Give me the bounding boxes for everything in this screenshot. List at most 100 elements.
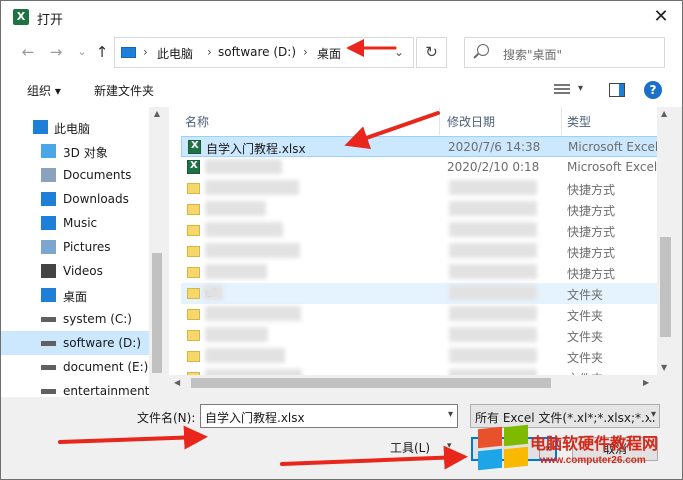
file-row[interactable]: 快捷方式 — [181, 178, 659, 199]
close-button[interactable]: ✕ — [650, 6, 672, 28]
organize-menu[interactable]: 组织 ▾ — [27, 82, 61, 99]
file-type: 文件夹 — [567, 288, 604, 302]
column-date[interactable]: 修改日期 — [447, 113, 495, 130]
tools-menu[interactable]: 工具(L) — [390, 439, 430, 456]
command-toolbar: 组织 ▾ 新建文件夹 ▾ ? — [1, 73, 682, 107]
sidebar-item-label: 3D 对象 — [63, 146, 108, 160]
sidebar-item[interactable]: Videos — [1, 259, 149, 283]
scroll-down-icon[interactable]: ▼ — [661, 363, 667, 372]
file-list-horizontal-scrollbar[interactable]: ◀ ▶ — [169, 375, 657, 391]
redacted-name — [205, 327, 268, 342]
sidebar-item[interactable]: system (C:) — [1, 307, 149, 331]
chevron-right-icon: › — [303, 45, 308, 59]
sidebar-item[interactable]: entertainment — [1, 379, 149, 397]
sidebar-item-label: Videos — [63, 264, 103, 278]
sidebar-item[interactable]: Music — [1, 211, 149, 235]
folder-icon — [187, 309, 200, 320]
file-type: 文件夹 — [567, 351, 604, 365]
sidebar-item[interactable]: software (D:) — [1, 331, 149, 355]
file-type-select[interactable]: 所有 Excel 文件(*.xl*;*.xlsx;*.xl ▾ — [470, 404, 660, 428]
address-bar[interactable]: › 此电脑 › software (D:) › 桌面 ⌄ — [114, 37, 414, 68]
view-list-icon[interactable] — [554, 84, 570, 96]
file-date: 2020/7/6 14:38 — [448, 140, 541, 154]
up-button[interactable]: ↑ — [93, 43, 111, 61]
nav-scrollbar[interactable]: ▲ — [149, 107, 165, 397]
scroll-left-icon[interactable]: ◀ — [174, 378, 180, 387]
shortcut-icon — [187, 225, 200, 236]
chevron-down-icon[interactable]: ▾ — [447, 441, 452, 451]
sidebar-item[interactable]: Downloads — [1, 187, 149, 211]
shortcut-icon — [187, 204, 200, 215]
sidebar-item[interactable]: 此电脑 — [1, 115, 149, 139]
file-type: 文件夹 — [567, 309, 604, 323]
file-type: 快捷方式 — [567, 225, 616, 239]
redacted-date — [449, 264, 537, 279]
file-row[interactable]: 快捷方式 — [181, 220, 659, 241]
search-icon — [477, 44, 489, 56]
computer-icon — [121, 47, 136, 58]
file-row[interactable]: el文件夹 — [181, 283, 659, 304]
redacted-date — [449, 243, 537, 258]
sidebar-item[interactable]: 桌面 — [1, 283, 149, 307]
chevron-down-icon[interactable]: ▾ — [448, 409, 453, 420]
excel-file-icon — [188, 140, 201, 154]
sidebar-item[interactable]: Documents — [1, 163, 149, 187]
folder-icon — [187, 351, 200, 362]
chevron-down-icon[interactable]: ▾ — [648, 409, 656, 420]
scroll-right-icon[interactable]: ▶ — [643, 378, 649, 387]
file-row[interactable]: 2020/2/10 0:18 Microsoft Excel — [181, 157, 659, 178]
file-row[interactable]: 文件夹 — [181, 346, 659, 367]
breadcrumb-software-drive[interactable]: software (D:) — [218, 45, 296, 59]
scroll-up-icon[interactable]: ▲ — [151, 109, 163, 118]
file-list: 名称 修改日期 类型 自学入门教程.xlsx 2020/7/6 14:38 Micr… — [169, 107, 661, 375]
sidebar-item-label: 桌面 — [63, 290, 88, 304]
column-name[interactable]: 名称 — [185, 113, 209, 130]
preview-pane-icon[interactable] — [609, 83, 625, 97]
forward-button[interactable]: → — [47, 43, 65, 61]
file-row[interactable]: 自学入门教程.xlsx 2020/7/6 14:38 Microsoft Excel — [181, 136, 659, 157]
view-dropdown[interactable]: ▾ — [578, 83, 583, 94]
redacted-name — [205, 264, 267, 279]
back-button[interactable]: ← — [19, 43, 37, 61]
new-folder-button[interactable]: 新建文件夹 — [94, 82, 154, 99]
drive-icon — [41, 365, 56, 370]
sidebar-item-label: software (D:) — [63, 336, 141, 350]
file-row[interactable]: 文件夹 — [181, 325, 659, 346]
breadcrumb-desktop[interactable]: 桌面 — [317, 45, 341, 62]
column-divider[interactable] — [439, 107, 440, 135]
sidebar-item[interactable]: 3D 对象 — [1, 139, 149, 163]
file-type: Microsoft Excel — [568, 140, 659, 154]
scroll-up-icon[interactable]: ▲ — [661, 109, 667, 118]
drive-icon — [41, 389, 56, 394]
cube-icon — [41, 144, 56, 158]
file-list-vertical-scrollbar[interactable]: ▲ ▼ — [657, 107, 674, 375]
file-row[interactable]: 文件夹 — [181, 367, 659, 375]
vertical-scroll-thumb[interactable] — [660, 237, 671, 337]
chevron-right-icon: › — [207, 45, 212, 59]
filename-input[interactable]: 自学入门教程.xlsx ▾ — [200, 404, 458, 428]
sidebar-item[interactable]: document (E:) — [1, 355, 149, 379]
chevron-down-icon[interactable]: ⌄ — [394, 45, 404, 59]
file-type: 快捷方式 — [567, 246, 616, 260]
video-icon — [41, 264, 56, 278]
file-row[interactable]: 文件夹 — [181, 304, 659, 325]
history-dropdown[interactable]: ⌄ — [73, 43, 91, 61]
file-type: 文件夹 — [567, 330, 604, 344]
nav-scroll-thumb[interactable] — [152, 253, 162, 373]
shortcut-icon — [187, 267, 200, 278]
column-divider[interactable] — [561, 107, 562, 135]
refresh-button[interactable]: ↻ — [416, 37, 447, 68]
watermark-url: www.computer26.com — [540, 455, 646, 466]
file-row[interactable]: 快捷方式 — [181, 199, 659, 220]
computer-icon — [33, 120, 48, 134]
sidebar-item[interactable]: Pictures — [1, 235, 149, 259]
help-button[interactable]: ? — [644, 81, 662, 99]
horizontal-scroll-thumb[interactable] — [191, 378, 551, 388]
desktop-icon — [41, 288, 56, 302]
file-row[interactable]: 快捷方式 — [181, 262, 659, 283]
search-input[interactable]: 搜索"桌面" — [464, 37, 665, 68]
breadcrumb-this-pc[interactable]: 此电脑 — [157, 45, 193, 62]
file-row[interactable]: 快捷方式 — [181, 241, 659, 262]
column-type[interactable]: 类型 — [567, 113, 591, 130]
folder-icon — [187, 288, 200, 299]
